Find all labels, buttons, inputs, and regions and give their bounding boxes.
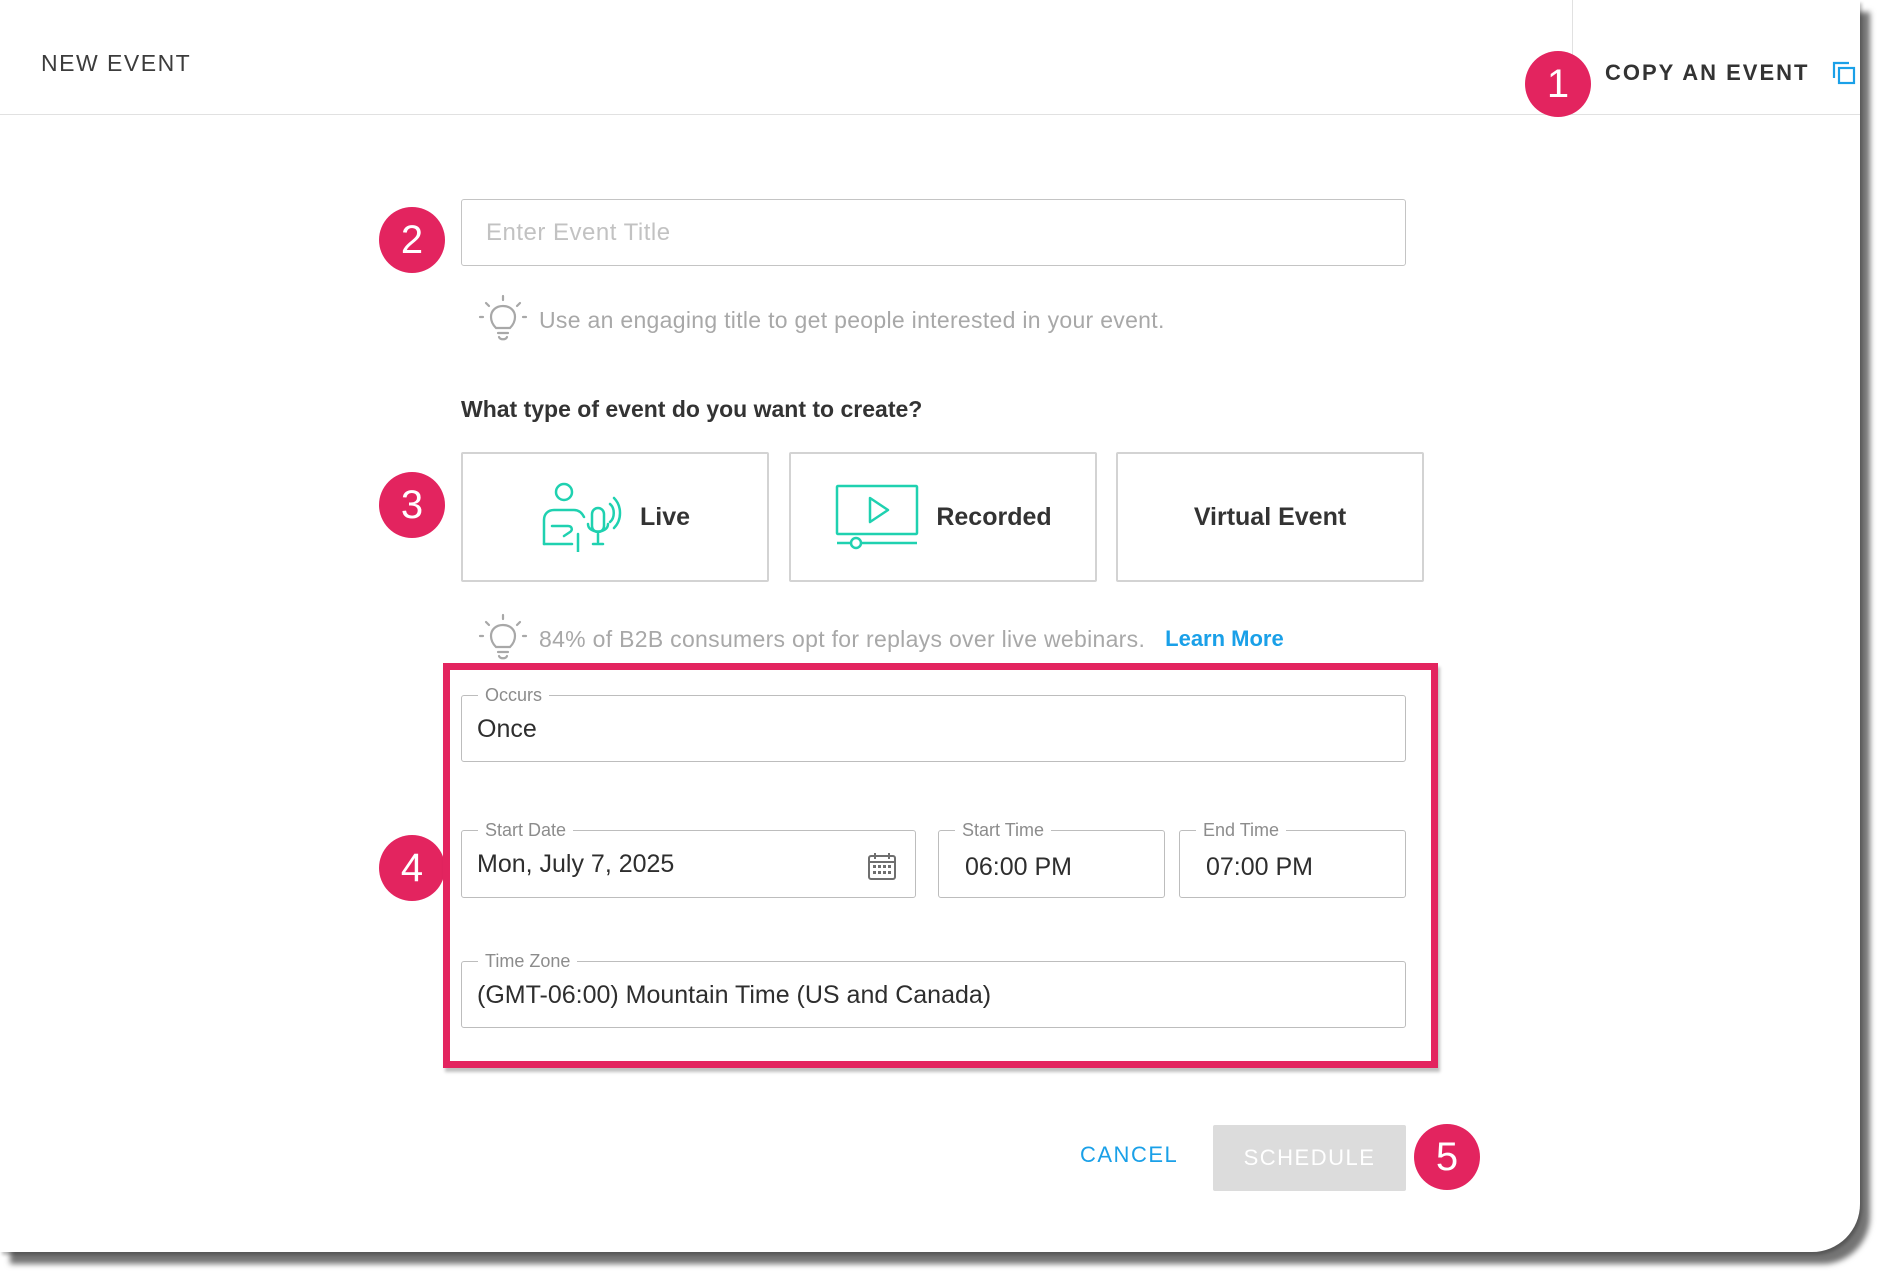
replay-tip-text: 84% of B2B consumers opt for replays ove… bbox=[539, 625, 1146, 652]
end-time-label: End Time bbox=[1196, 820, 1287, 840]
event-type-label: Live bbox=[639, 502, 691, 531]
event-type-label: Virtual Event bbox=[1193, 502, 1347, 531]
start-time-value: 06:00 PM bbox=[965, 853, 1073, 881]
occurs-label: Occurs bbox=[478, 685, 550, 705]
title-tip-text: Use an engaging title to get people inte… bbox=[539, 306, 1165, 333]
end-time-field[interactable]: End Time 07:00 PM bbox=[1179, 820, 1406, 898]
copy-event-label: COPY AN EVENT bbox=[1605, 60, 1810, 85]
recorded-video-icon bbox=[836, 484, 919, 550]
start-date-field[interactable]: Start Date Mon, July 7, 2025 bbox=[461, 820, 916, 898]
callout-badge-4: 4 bbox=[379, 835, 445, 901]
time-zone-value: (GMT-06:00) Mountain Time (US and Canada… bbox=[477, 981, 992, 1009]
event-type-question: What type of event do you want to create… bbox=[461, 396, 923, 422]
event-type-label: Recorded bbox=[936, 502, 1052, 531]
callout-badge-2: 2 bbox=[379, 207, 445, 273]
start-time-label: Start Time bbox=[955, 820, 1052, 840]
learn-more-link[interactable]: Learn More bbox=[1165, 626, 1284, 652]
lightbulb-icon bbox=[478, 613, 528, 660]
title-tip: Use an engaging title to get people inte… bbox=[477, 294, 1165, 346]
event-type-virtual[interactable]: Virtual Event bbox=[1116, 452, 1424, 582]
start-date-label: Start Date bbox=[478, 820, 574, 840]
page-title: NEW EVENT bbox=[41, 50, 192, 76]
occurs-value: Once bbox=[477, 715, 537, 743]
occurs-select[interactable]: Occurs Once bbox=[461, 685, 1406, 762]
callout-badge-1: 1 bbox=[1525, 51, 1591, 117]
callout-badge-5: 5 bbox=[1414, 1124, 1480, 1190]
new-event-dialog: NEW EVENT COPY AN EVENT 1 2 3 4 5 Use an… bbox=[0, 0, 1860, 1252]
end-time-value: 07:00 PM bbox=[1206, 853, 1314, 881]
time-zone-select[interactable]: Time Zone (GMT-06:00) Mountain Time (US … bbox=[461, 951, 1406, 1028]
cancel-button[interactable]: CANCEL bbox=[1080, 1142, 1178, 1168]
event-type-live[interactable]: Live bbox=[461, 452, 769, 582]
copy-icon bbox=[1833, 61, 1856, 85]
replay-tip: 84% of B2B consumers opt for replays ove… bbox=[477, 613, 1284, 665]
schedule-button[interactable]: SCHEDULE bbox=[1213, 1125, 1406, 1191]
event-type-recorded[interactable]: Recorded bbox=[789, 452, 1097, 582]
start-date-value: Mon, July 7, 2025 bbox=[477, 850, 675, 878]
callout-badge-3: 3 bbox=[379, 472, 445, 538]
event-title-input[interactable] bbox=[461, 199, 1406, 266]
start-time-field[interactable]: Start Time 06:00 PM bbox=[938, 820, 1165, 898]
calendar-icon[interactable] bbox=[867, 851, 897, 881]
time-zone-label: Time Zone bbox=[478, 951, 578, 971]
copy-event-button[interactable]: COPY AN EVENT bbox=[1605, 60, 1857, 86]
lightbulb-icon bbox=[478, 294, 528, 341]
live-presenter-icon bbox=[542, 482, 622, 552]
